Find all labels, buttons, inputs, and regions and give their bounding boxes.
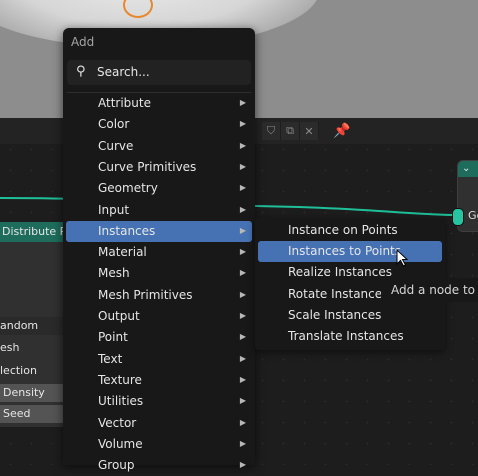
menu-item-label: Volume — [98, 436, 143, 451]
submenu-arrow-icon: ▶ — [239, 289, 246, 299]
submenu-arrow-icon: ▶ — [239, 353, 246, 363]
submenu-arrow-icon: ▶ — [239, 204, 246, 214]
menu-item-utilities[interactable]: Utilities ▶ — [66, 391, 252, 412]
socket-label: Ge — [468, 209, 478, 222]
menu-item-label: Point — [98, 330, 128, 345]
menu-item-mesh[interactable]: Mesh ▶ — [66, 263, 252, 284]
menu-item-geometry[interactable]: Geometry ▶ — [66, 178, 252, 199]
menu-item-label: Text — [98, 351, 123, 366]
submenu-arrow-icon: ▶ — [239, 140, 246, 150]
submenu-arrow-icon: ▶ — [239, 268, 246, 278]
copy-icon[interactable]: ⧉ — [281, 122, 300, 140]
menu-item-color[interactable]: Color ▶ — [66, 114, 252, 135]
submenu-item-label: Rotate Instances — [288, 286, 389, 301]
submenu-item-instances-to-points[interactable]: Instances to Points — [258, 241, 442, 263]
menu-item-label: Utilities — [98, 394, 144, 409]
submenu-item-translate-instances[interactable]: Translate Instances — [258, 326, 442, 347]
menu-item-label: Instances — [98, 223, 156, 238]
menu-title: Add — [71, 35, 95, 49]
menu-item-label: Mesh — [98, 266, 130, 281]
menu-item-label: Material — [98, 245, 147, 260]
menu-item-texture[interactable]: Texture ▶ — [66, 370, 252, 391]
menu-item-label: Attribute — [98, 96, 151, 110]
geometry-socket[interactable] — [452, 208, 464, 226]
menu-item-input[interactable]: Input ▶ — [66, 200, 252, 221]
search-menu-item[interactable]: ⚲ Search... — [67, 60, 251, 85]
submenu-item-label: Scale Instances — [288, 307, 382, 322]
submenu-arrow-icon: ▶ — [239, 247, 246, 257]
submenu-arrow-icon: ▶ — [239, 438, 246, 448]
submenu-arrow-icon: ▶ — [239, 119, 246, 129]
submenu-item-label: Instance on Points — [288, 223, 398, 237]
search-icon: ⚲ — [76, 64, 86, 79]
header-icon-group: ⛉ ⧉ ✕ — [262, 122, 319, 140]
add-menu: Add ⚲ Search... Attribute ▶ Color ▶ Curve ▶ Cu… — [63, 28, 255, 472]
submenu-item-label: Realize Instances — [288, 265, 392, 280]
submenu-arrow-icon: ▶ — [239, 396, 246, 406]
menu-item-label: Mesh Primitives — [98, 287, 193, 302]
menu-item-volume[interactable]: Volume ▶ — [66, 434, 252, 455]
mouse-cursor — [396, 249, 409, 267]
menu-item-label: Color — [98, 117, 130, 132]
node-row: esh — [0, 341, 20, 354]
search-label: Search... — [97, 65, 150, 79]
menu-item-output[interactable]: Output ▶ — [66, 306, 252, 327]
submenu-arrow-icon: ▶ — [239, 225, 246, 235]
submenu-arrow-icon: ▶ — [239, 183, 246, 193]
menu-item-label: Vector — [98, 415, 137, 430]
seed-field[interactable]: Seed — [0, 405, 65, 423]
menu-item-vector[interactable]: Vector ▶ — [66, 413, 252, 434]
menu-item-label: Geometry — [98, 181, 158, 196]
tooltip: Add a node to the — [381, 278, 478, 302]
submenu-arrow-icon: ▶ — [239, 332, 246, 342]
menu-item-material[interactable]: Material ▶ — [66, 242, 252, 263]
submenu-arrow-icon: ▶ — [239, 374, 246, 384]
node-row: lection — [0, 364, 37, 377]
shield-icon[interactable]: ⛉ — [262, 122, 281, 140]
chevron-down-icon[interactable]: ⌄ — [458, 161, 478, 177]
submenu-arrow-icon: ▶ — [239, 161, 246, 171]
menu-item-curve[interactable]: Curve ▶ — [66, 136, 252, 157]
node-row[interactable]: andom — [0, 317, 66, 335]
density-field[interactable]: Density — [0, 384, 65, 402]
menu-item-label: Input — [98, 202, 130, 217]
close-icon[interactable]: ✕ — [300, 122, 319, 140]
menu-item-label: Group — [98, 458, 135, 473]
menu-item-label: Curve Primitives — [98, 159, 197, 174]
submenu-item-scale-instances[interactable]: Scale Instances — [258, 305, 442, 326]
submenu-item-instance-on-points[interactable]: Instance on Points — [258, 220, 442, 241]
submenu-arrow-icon: ▶ — [239, 311, 246, 320]
menu-item-text[interactable]: Text ▶ — [66, 349, 252, 370]
submenu-arrow-icon: ▶ — [239, 98, 246, 107]
menu-item-label: Curve — [98, 138, 134, 153]
submenu-item-label: Translate Instances — [288, 329, 404, 343]
menu-item-mesh-primitives[interactable]: Mesh Primitives ▶ — [66, 285, 252, 306]
menu-item-curve-primitives[interactable]: Curve Primitives ▶ — [66, 157, 252, 178]
menu-item-label: Output — [98, 309, 140, 323]
submenu-item-label: Instances to Points — [288, 244, 402, 259]
pin-icon[interactable]: 📌 — [333, 122, 351, 140]
distribute-points-node[interactable]: Distribute Po andom esh lection Density … — [0, 222, 68, 427]
menu-item-label: Texture — [98, 372, 142, 387]
menu-item-group[interactable]: Group ▶ — [66, 455, 252, 476]
menu-item-point[interactable]: Point ▶ — [66, 327, 252, 348]
node-header: Distribute Po — [0, 222, 68, 242]
menu-item-instances[interactable]: Instances ▶ — [66, 220, 252, 242]
menu-item-attribute[interactable]: Attribute ▶ — [66, 93, 252, 114]
submenu-arrow-icon: ▶ — [239, 417, 246, 427]
